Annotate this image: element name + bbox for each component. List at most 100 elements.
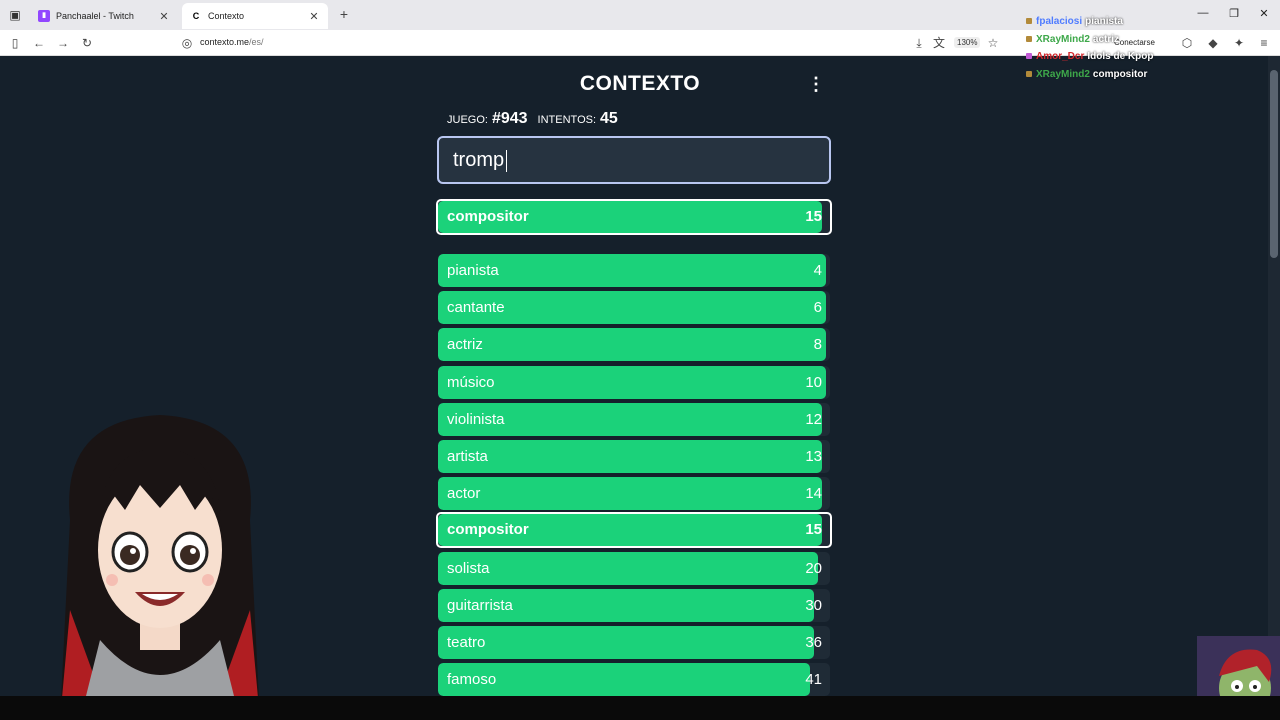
- similarity-bar: [438, 551, 819, 585]
- guess-rank: 8: [813, 336, 822, 354]
- forward-icon[interactable]: →: [54, 34, 72, 52]
- tab-title: Contexto: [208, 11, 245, 21]
- restore-icon[interactable]: ❐: [1219, 7, 1249, 20]
- zoom-level[interactable]: 130%: [954, 37, 981, 48]
- chat-badge-icon: [1026, 36, 1032, 43]
- similarity-bar: [438, 626, 815, 659]
- guess-input[interactable]: [437, 136, 831, 184]
- chat-user: fpalaciosi: [1036, 16, 1083, 27]
- attempts-count: 45: [600, 110, 618, 127]
- guess-row: teatro 36: [438, 626, 830, 659]
- guess-word: compositor: [447, 521, 529, 539]
- game-number: #943: [491, 110, 528, 127]
- guess-row: violinista 12: [438, 402, 830, 436]
- chat-user: XRayMind2: [1036, 69, 1090, 80]
- back-icon[interactable]: ←: [30, 34, 48, 52]
- close-icon[interactable]: ✕: [158, 10, 170, 23]
- scrollbar-thumb[interactable]: [1270, 70, 1278, 258]
- guess-word: compositor: [447, 208, 529, 225]
- chat-text: compositor: [1092, 69, 1148, 80]
- guess-row: solista 20: [438, 551, 830, 585]
- chat-text: actriz: [1092, 34, 1120, 45]
- minimize-icon[interactable]: —: [1188, 7, 1218, 19]
- url-host: contexto.me: [200, 37, 250, 47]
- ublock-icon[interactable]: ◆: [1204, 34, 1222, 52]
- chat-text: Idols de Kpop: [1087, 51, 1154, 62]
- game-info: juego: #943 intentos: 45: [447, 110, 628, 128]
- guess-row: actor 14: [438, 477, 830, 511]
- similarity-bar: [438, 365, 827, 399]
- bookmark-star-icon[interactable]: ☆: [984, 34, 1002, 52]
- guess-word: cantante: [447, 299, 505, 317]
- guess-row: pianista 4: [438, 254, 830, 287]
- address-bar[interactable]: contexto.me/es/: [200, 37, 264, 47]
- sidebar-icon[interactable]: ▯: [6, 34, 24, 52]
- taskbar-strip: [0, 696, 1280, 720]
- guess-rank: 14: [805, 485, 822, 503]
- guess-rank: 4: [813, 262, 822, 279]
- guess-word: solista: [447, 559, 490, 577]
- page-title: CONTEXTO: [579, 72, 701, 95]
- guess-row: guitarrista 30: [438, 588, 830, 622]
- extensions-icon[interactable]: ⬡: [1178, 34, 1196, 52]
- guess-word: actor: [447, 485, 481, 503]
- guess-row: artista 13: [438, 440, 830, 473]
- highlighted-guess-row: compositor 15: [436, 512, 832, 549]
- similarity-bar: [438, 477, 823, 511]
- guess-word: guitarrista: [447, 596, 513, 614]
- chat-message: fpalaciosi pianista: [1026, 16, 1123, 27]
- translate-icon[interactable]: 文: [930, 34, 948, 52]
- guess-word: pianista: [447, 262, 499, 279]
- tab-overview-icon[interactable]: ▣: [6, 6, 24, 24]
- close-icon[interactable]: ✕: [308, 10, 320, 23]
- browser-tab-contexto[interactable]: C Contexto ✕: [182, 3, 328, 29]
- chat-badge-icon: [1026, 53, 1032, 60]
- guess-rank: 15: [805, 208, 822, 225]
- browser-tab-twitch[interactable]: ▮ Panchaalel - Twitch ✕: [30, 3, 178, 29]
- close-window-icon[interactable]: ✕: [1249, 7, 1279, 20]
- menu-icon[interactable]: ≡: [1255, 34, 1273, 52]
- chat-message: XRayMind2 compositor: [1026, 69, 1147, 80]
- guess-word: famoso: [447, 671, 497, 689]
- guess-rank: 12: [805, 410, 822, 428]
- text-caret: [506, 150, 507, 172]
- tab-title: Panchaalel - Twitch: [56, 11, 134, 21]
- guess-rank: 36: [805, 634, 822, 651]
- streamer-avatar: [60, 415, 260, 720]
- chat-user: Amor_Dcr: [1036, 51, 1085, 62]
- connect-button[interactable]: Conectarse: [1114, 38, 1155, 47]
- twitch-icon: ▮: [38, 10, 50, 22]
- last-guess-row: compositor 15: [436, 199, 832, 235]
- shield-icon[interactable]: ◎: [178, 34, 196, 52]
- guess-rank: 20: [805, 559, 822, 577]
- more-options-icon[interactable]: ⋮: [806, 74, 826, 94]
- chat-badge-icon: [1026, 71, 1032, 78]
- guess-rank: 15: [805, 521, 822, 539]
- game-label: juego:: [447, 114, 488, 126]
- similarity-bar: [438, 328, 827, 362]
- guess-rank: 13: [805, 448, 822, 465]
- guess-word: músico: [447, 373, 495, 391]
- guess-word: artista: [447, 448, 488, 465]
- guess-word: actriz: [447, 336, 483, 354]
- guess-rank: 41: [805, 671, 822, 689]
- guess-rank: 6: [813, 299, 822, 317]
- guess-word: violinista: [447, 410, 505, 428]
- guess-word: teatro: [447, 634, 486, 651]
- contexto-favicon-icon: C: [192, 11, 200, 21]
- new-tab-button[interactable]: +: [336, 6, 352, 22]
- chat-text: pianista: [1085, 16, 1123, 27]
- similarity-bar: [438, 440, 823, 473]
- chat-user: XRayMind2: [1036, 34, 1090, 45]
- chat-message: Amor_Dcr Idols de Kpop: [1026, 51, 1153, 62]
- url-path: /es/: [249, 37, 264, 47]
- guess-row: actriz 8: [438, 328, 830, 362]
- guess-rank: 10: [805, 373, 822, 391]
- extension-icon[interactable]: ✦: [1230, 34, 1248, 52]
- guess-rank: 30: [805, 596, 822, 614]
- reload-icon[interactable]: ↻: [78, 34, 96, 52]
- guess-row: cantante 6: [438, 291, 830, 325]
- guess-row: famoso 41: [438, 663, 830, 697]
- download-icon[interactable]: ⤓: [910, 34, 928, 52]
- attempts-label: intentos:: [537, 114, 597, 126]
